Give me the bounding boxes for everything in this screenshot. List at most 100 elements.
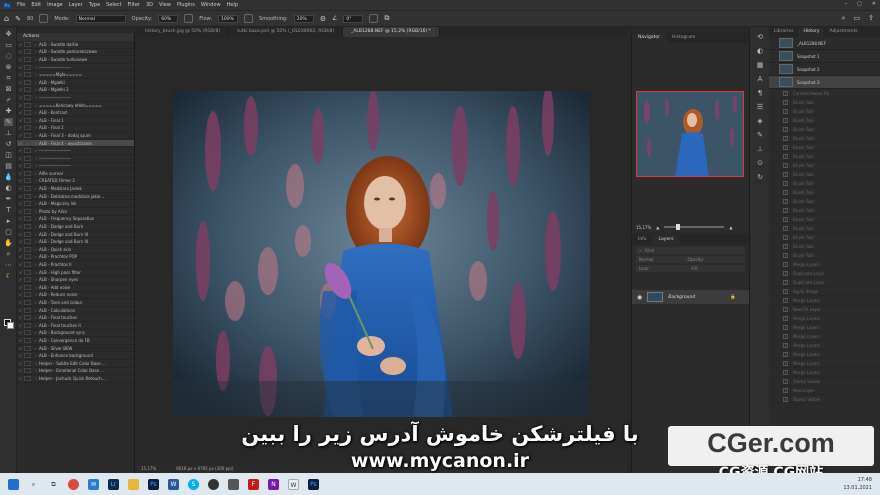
check-icon[interactable]: ✓ bbox=[17, 368, 24, 373]
properties-icon[interactable]: ☰ bbox=[755, 103, 765, 111]
angle-field[interactable]: 0° bbox=[343, 14, 364, 23]
dialog-toggle-icon[interactable] bbox=[24, 102, 31, 108]
dialog-toggle-icon[interactable] bbox=[24, 284, 31, 290]
history-step[interactable]: / Merge Layers bbox=[769, 323, 880, 332]
check-icon[interactable]: ✓ bbox=[17, 201, 24, 206]
tab-navigator[interactable]: Navigator bbox=[632, 33, 667, 43]
action-row[interactable]: ✓ › ALB - Światło pomarańczowe bbox=[17, 49, 134, 57]
check-icon[interactable]: ✓ bbox=[17, 292, 24, 297]
history-step[interactable]: / Content-Aware Fill bbox=[769, 89, 880, 98]
check-icon[interactable]: ✓ bbox=[17, 338, 24, 343]
dialog-toggle-icon[interactable] bbox=[24, 56, 31, 62]
layer-background[interactable]: ◉ Background 🔒 bbox=[632, 290, 750, 304]
clone-source-icon[interactable]: ⊥ bbox=[755, 145, 765, 153]
history-step[interactable]: / Brush Tool bbox=[769, 170, 880, 179]
dialog-toggle-icon[interactable] bbox=[24, 353, 31, 359]
file-explorer-icon[interactable] bbox=[128, 478, 139, 490]
action-row[interactable]: ✓ › ALB - High pass filter bbox=[17, 269, 134, 277]
check-icon[interactable]: ✓ bbox=[17, 72, 24, 77]
crop-tool-icon[interactable]: ⌗ bbox=[4, 74, 13, 82]
menu-view[interactable]: View bbox=[159, 2, 171, 8]
check-icon[interactable]: ✓ bbox=[17, 353, 24, 358]
action-row[interactable]: ✓ › ALB - Silver BEW bbox=[17, 345, 134, 353]
brush-tool-icon[interactable]: ✎ bbox=[15, 15, 21, 23]
layer-filter-row[interactable]: ⌕ Kind bbox=[636, 247, 745, 254]
pressure-size-icon[interactable] bbox=[369, 14, 379, 23]
dialog-toggle-icon[interactable] bbox=[24, 345, 31, 351]
dialog-toggle-icon[interactable] bbox=[24, 148, 31, 154]
check-icon[interactable]: ✓ bbox=[17, 254, 24, 259]
action-row[interactable]: ✓ › ALB - Madziara Jasiek bbox=[17, 185, 134, 193]
check-icon[interactable]: ✓ bbox=[17, 323, 24, 328]
check-icon[interactable]: ✓ bbox=[17, 110, 24, 115]
action-row[interactable]: ✓ › ALB - Quick skin bbox=[17, 246, 134, 254]
dialog-toggle-icon[interactable] bbox=[24, 87, 31, 93]
history-step[interactable]: / Merge Layers bbox=[769, 314, 880, 323]
more-tools-icon[interactable]: ⋯ bbox=[4, 261, 13, 269]
brush-settings-icon[interactable] bbox=[39, 14, 49, 23]
action-row[interactable]: ✓ › ALB - Reduce noise bbox=[17, 292, 134, 300]
dialog-toggle-icon[interactable] bbox=[24, 72, 31, 78]
dialog-toggle-icon[interactable] bbox=[24, 49, 31, 55]
action-row[interactable]: ✓ › =====Końcowy efekt===== bbox=[17, 102, 134, 110]
refresh-icon[interactable]: ↻ bbox=[755, 173, 765, 181]
history-step[interactable]: / Merge Layers bbox=[769, 341, 880, 350]
close-icon[interactable]: ✕ bbox=[872, 1, 876, 7]
dialog-toggle-icon[interactable] bbox=[24, 375, 31, 381]
layer-name[interactable]: Background bbox=[668, 295, 695, 300]
healing-brush-icon[interactable]: ✚ bbox=[4, 107, 13, 115]
check-icon[interactable]: ✓ bbox=[17, 361, 24, 366]
navigator-thumbnail[interactable] bbox=[636, 91, 744, 177]
history-step[interactable]: / Brush Tool bbox=[769, 206, 880, 215]
action-row[interactable]: ✓ › ALB - Dodge and Burn III bbox=[17, 231, 134, 239]
dialog-toggle-icon[interactable] bbox=[24, 315, 31, 321]
channels-icon[interactable]: ◈ bbox=[755, 117, 765, 125]
menu-plugins[interactable]: Plugins bbox=[177, 2, 195, 8]
check-icon[interactable]: ✓ bbox=[17, 141, 24, 146]
action-row[interactable]: ✓ › ALB - Prachtos POP bbox=[17, 254, 134, 262]
tab-histogram[interactable]: Histogram bbox=[666, 33, 701, 43]
check-icon[interactable]: ✓ bbox=[17, 285, 24, 290]
home-icon[interactable]: ⌂ bbox=[4, 14, 9, 23]
history-step[interactable]: / Merge Layers bbox=[769, 350, 880, 359]
history-brush-icon[interactable]: ↺ bbox=[4, 140, 13, 148]
menu-type[interactable]: Type bbox=[89, 2, 100, 8]
dialog-toggle-icon[interactable] bbox=[24, 246, 31, 252]
tab-info[interactable]: Info bbox=[632, 235, 653, 245]
dialog-toggle-icon[interactable] bbox=[24, 337, 31, 343]
check-icon[interactable]: ✓ bbox=[17, 80, 24, 85]
camera-icon[interactable] bbox=[228, 478, 239, 490]
color-icon[interactable]: ◐ bbox=[755, 47, 765, 55]
action-row[interactable]: ✓ › ALB - Tone and colour bbox=[17, 299, 134, 307]
check-icon[interactable]: ✓ bbox=[17, 133, 24, 138]
check-icon[interactable]: ✓ bbox=[17, 125, 24, 130]
dialog-toggle-icon[interactable] bbox=[24, 208, 31, 214]
blur-tool-icon[interactable]: 💧 bbox=[4, 173, 13, 181]
onenote-icon[interactable]: N bbox=[268, 478, 279, 490]
check-icon[interactable]: ✓ bbox=[17, 87, 24, 92]
skype-icon[interactable]: S bbox=[188, 478, 199, 490]
tab-tutki-baza[interactable]: tutki baza.psd @ 50% (_OLEX8902, RGB/8) bbox=[229, 27, 344, 37]
action-row[interactable]: ✓ › ALB - Prachtos II bbox=[17, 261, 134, 269]
tab-libraries[interactable]: Libraries bbox=[769, 27, 798, 37]
opacity-field[interactable]: 60% bbox=[158, 14, 179, 23]
dialog-toggle-icon[interactable] bbox=[24, 163, 31, 169]
check-icon[interactable]: ✓ bbox=[17, 49, 24, 54]
search-icon[interactable]: ⌕ bbox=[842, 14, 846, 23]
check-icon[interactable]: ✓ bbox=[17, 262, 24, 267]
history-step[interactable]: / Brush Tool bbox=[769, 143, 880, 152]
share-icon[interactable]: ⇪ bbox=[868, 14, 874, 23]
windows-start-icon[interactable] bbox=[8, 478, 19, 490]
actions-panel-title[interactable]: Actions bbox=[17, 33, 134, 41]
action-row[interactable]: ✓ › ALB - Dodge and Burn III bbox=[17, 238, 134, 247]
tab-history[interactable]: History bbox=[798, 27, 825, 37]
lasso-tool-icon[interactable]: ◌ bbox=[4, 52, 13, 60]
dialog-toggle-icon[interactable] bbox=[24, 299, 31, 305]
history-step[interactable]: / Brush Tool bbox=[769, 224, 880, 233]
check-icon[interactable]: ✓ bbox=[17, 277, 24, 282]
pressure-opacity-icon[interactable] bbox=[184, 14, 194, 23]
check-icon[interactable]: ✓ bbox=[17, 239, 24, 244]
dialog-toggle-icon[interactable] bbox=[24, 322, 31, 328]
action-row[interactable]: ✓ › ALB - Convergence do FB bbox=[17, 337, 134, 345]
dialog-toggle-icon[interactable] bbox=[24, 64, 31, 70]
